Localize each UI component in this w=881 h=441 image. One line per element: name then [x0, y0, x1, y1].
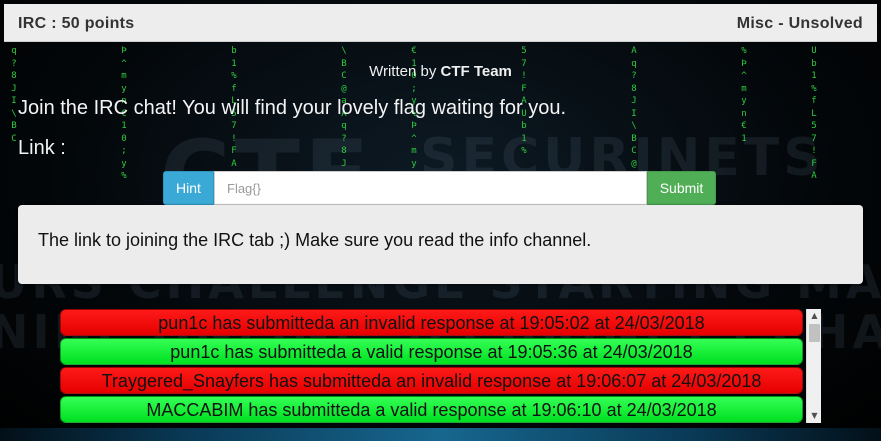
hint-panel: The link to joining the IRC tab ;) Make …: [18, 205, 863, 284]
submission-row: MACCABIM has submitteda a valid response…: [60, 396, 803, 423]
submission-log[interactable]: pun1c has submitteda an invalid response…: [58, 309, 821, 423]
flag-input[interactable]: [214, 171, 647, 205]
submission-row: pun1c has submitteda a valid response at…: [60, 338, 803, 365]
submission-row: pun1c has submitteda an invalid response…: [60, 309, 803, 336]
hint-button[interactable]: Hint: [163, 171, 214, 205]
challenge-description: Join the IRC chat! You will find your lo…: [18, 97, 567, 119]
bottom-glow-decoration: [0, 428, 881, 441]
hint-text: The link to joining the IRC tab ;) Make …: [38, 230, 592, 250]
scroll-thumb[interactable]: [809, 324, 820, 342]
author-line: Written by CTF Team: [0, 63, 881, 80]
scroll-up-icon[interactable]: ▲: [807, 309, 821, 323]
log-scrollbar[interactable]: ▲ ▼: [806, 309, 821, 423]
matrix-column: % Þ ^ m y n € 1: [741, 46, 747, 144]
link-label: Link :: [18, 137, 66, 159]
flag-form: Hint Submit: [163, 171, 716, 205]
submission-list: pun1c has submitteda an invalid response…: [58, 309, 805, 423]
author-name: CTF Team: [440, 63, 512, 80]
challenge-title: IRC : 50 points: [18, 15, 135, 32]
challenge-status: Misc - Unsolved: [736, 15, 863, 32]
matrix-column: q ? 8 J I \ B C: [11, 46, 17, 144]
submission-row: Traygered_Snayfers has submitteda an inv…: [60, 367, 803, 394]
scroll-down-icon[interactable]: ▼: [807, 409, 821, 423]
challenge-header: IRC : 50 points Misc - Unsolved: [4, 4, 877, 42]
submit-button[interactable]: Submit: [647, 171, 716, 205]
author-prefix: Written by: [369, 63, 437, 80]
